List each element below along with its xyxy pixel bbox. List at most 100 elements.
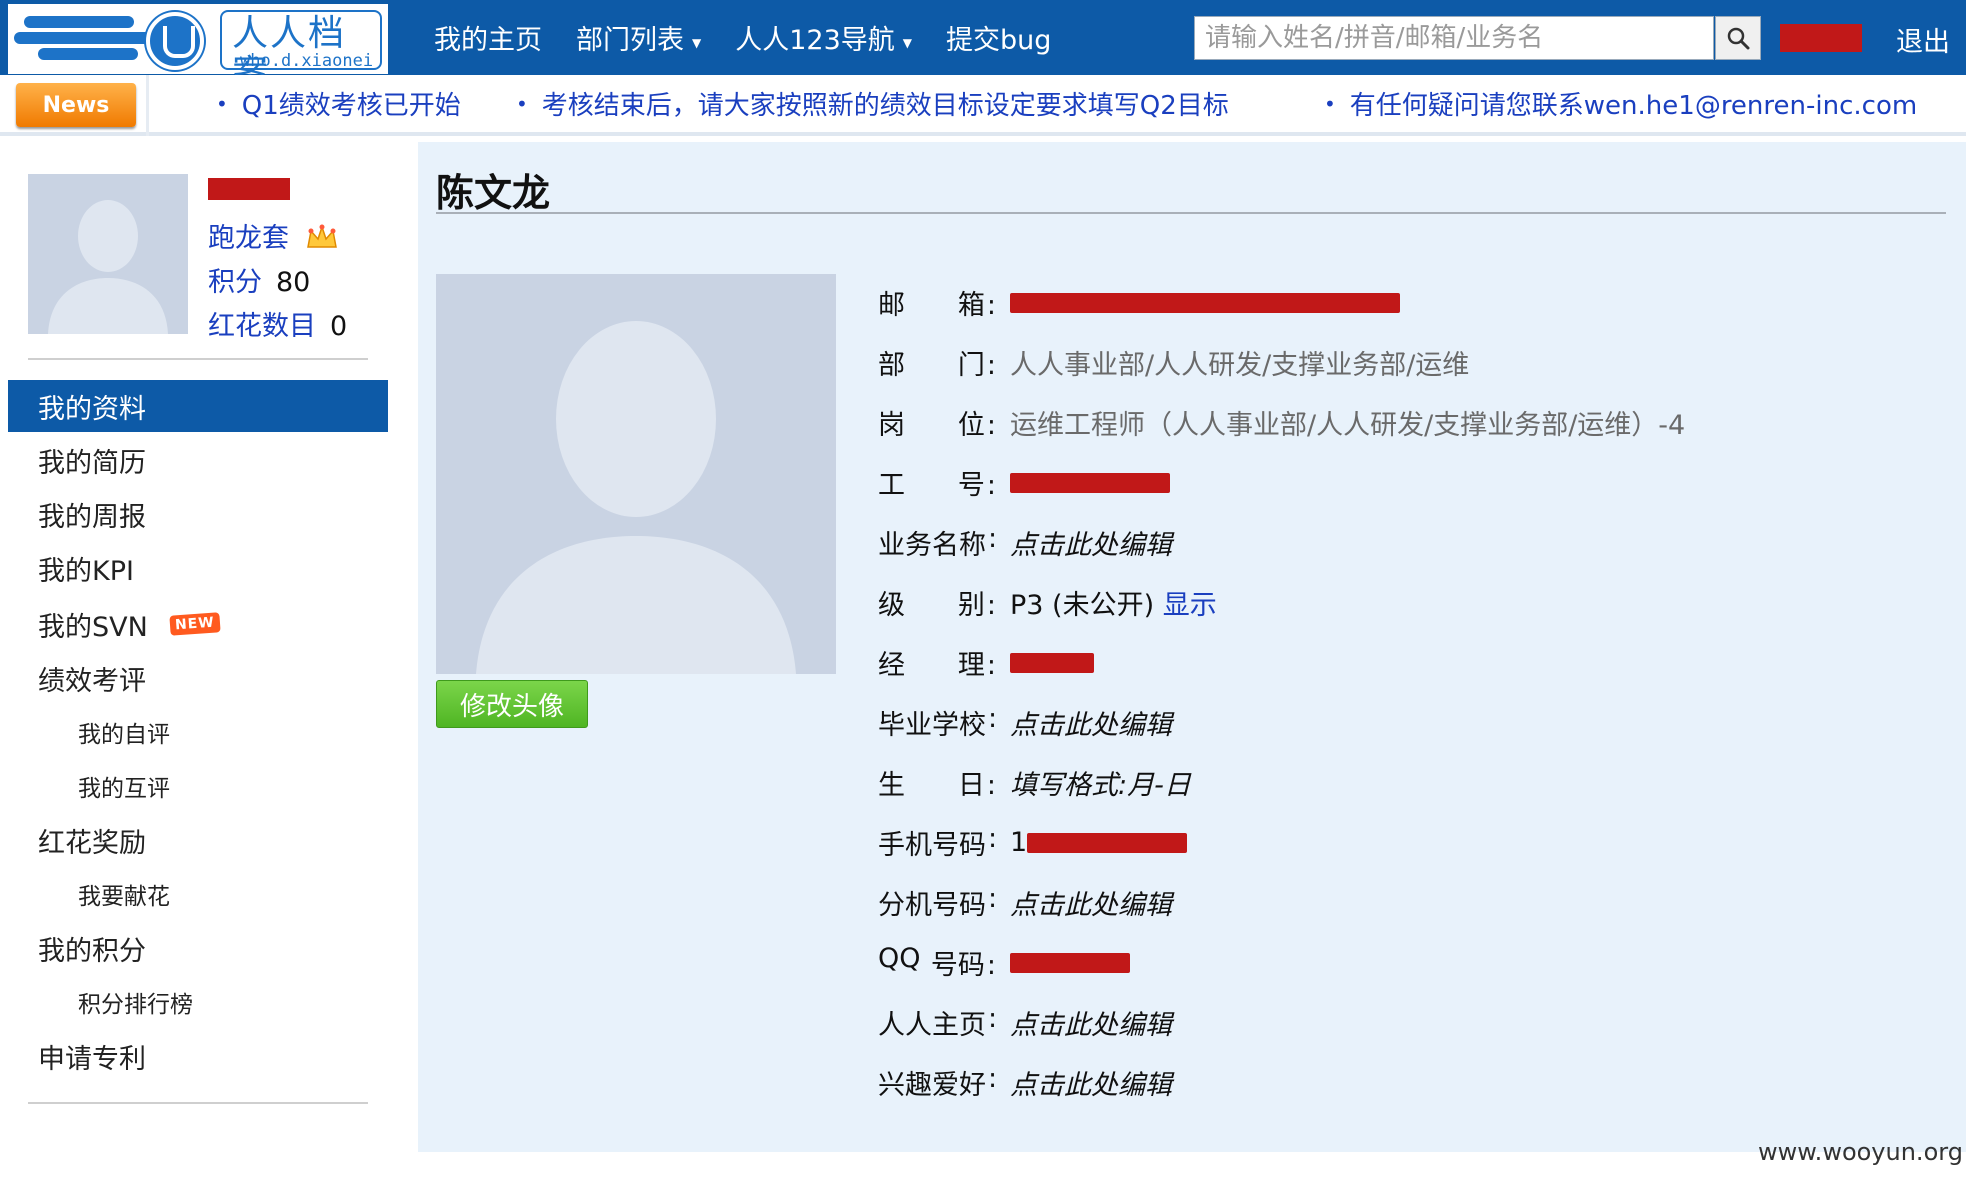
sidebar-item-apply-patent[interactable]: 申请专利	[8, 1030, 388, 1082]
sidebar-item-label: 我的SVN	[38, 611, 148, 643]
user-nickname-row[interactable]: 跑龙套	[208, 216, 338, 258]
sidebar-item-label: 红花奖励	[38, 827, 146, 859]
sidebar-item-my-svn[interactable]: 我的SVN NEW	[8, 598, 388, 650]
logo-brand: 人人档案 who.d.xiaonei	[220, 10, 382, 94]
logo-mark-icon	[146, 12, 204, 70]
sidebar-item-my-points[interactable]: 我的积分	[8, 922, 388, 974]
nav-renren123[interactable]: 人人123导航 ▼	[735, 18, 912, 57]
level-value: P3 (未公开) 显示	[1010, 583, 1217, 622]
edit-avatar-button[interactable]: 修改头像	[436, 680, 588, 728]
sidebar-item-peer-review[interactable]: 我的互评	[8, 760, 388, 812]
user-nickname: 跑龙套	[208, 223, 289, 254]
search-icon	[1727, 27, 1750, 50]
sidebar-item-label: 我的互评	[78, 776, 170, 802]
field-position: 岗位: 运维工程师（人人事业部/人人研发/支撑业务部/运维）-4	[878, 400, 1685, 444]
chevron-down-icon: ▼	[902, 35, 913, 50]
avatar[interactable]	[28, 174, 188, 334]
sidebar-item-label: 积分排行榜	[78, 992, 193, 1018]
field-email: 邮箱:	[878, 280, 1400, 324]
search-button[interactable]	[1715, 16, 1761, 60]
user-name-redacted[interactable]	[208, 178, 290, 200]
field-label: 部门:	[878, 349, 996, 381]
sidebar-item-my-profile[interactable]: 我的资料	[8, 380, 388, 432]
email-value-redacted	[1010, 287, 1400, 318]
business-name-editable[interactable]: 点击此处编辑	[1010, 523, 1172, 562]
sidebar-item-label: 我的积分	[38, 935, 146, 967]
sidebar-item-label: 我要献花	[78, 884, 170, 910]
sidebar-item-my-resume[interactable]: 我的简历	[8, 434, 388, 486]
sidebar: 跑龙套 积分 80 红花数目 0 我的资料 我的简历 我的周报 我的KPI 我的SV…	[8, 142, 388, 1152]
default-avatar-icon	[28, 174, 188, 334]
field-label: 级别:	[878, 589, 996, 621]
sidebar-item-my-kpi[interactable]: 我的KPI	[8, 542, 388, 594]
news-divider	[146, 75, 149, 136]
current-user-redacted[interactable]	[1780, 24, 1862, 52]
logout-link[interactable]: 退出	[1896, 20, 1950, 59]
flowers-row: 红花数目 0	[208, 304, 347, 343]
crown-icon	[306, 223, 338, 258]
field-label: 经理:	[878, 649, 996, 681]
default-avatar-icon	[436, 274, 836, 674]
points-label: 积分	[208, 267, 262, 298]
sidebar-item-self-review[interactable]: 我的自评	[8, 706, 388, 758]
show-level-link[interactable]: 显示	[1163, 590, 1217, 621]
sidebar-item-label: 绩效考评	[38, 665, 146, 697]
sidebar-item-performance-review[interactable]: 绩效考评	[8, 652, 388, 704]
department-value: 人人事业部/人人研发/支撑业务部/运维	[1010, 349, 1470, 381]
site-logo[interactable]: 人人档案 who.d.xiaonei	[8, 4, 388, 94]
field-label: QQ 号码:	[878, 942, 996, 981]
page-title: 陈文龙	[436, 171, 551, 215]
news-item[interactable]: 考核结束后，请大家按照新的绩效目标设定要求填写Q2目标	[516, 85, 1229, 122]
top-nav-bar: 人人档案 who.d.xiaonei 我的主页 部门列表 ▼ 人人123导航 ▼ 提…	[0, 0, 1966, 94]
field-school: 毕业学校: 点击此处编辑	[878, 700, 1172, 744]
profile-avatar	[436, 274, 836, 674]
field-hobbies: 兴趣爱好: 点击此处编辑	[878, 1060, 1172, 1104]
chevron-down-icon: ▼	[692, 35, 702, 50]
sidebar-item-points-ranking[interactable]: 积分排行榜	[8, 976, 388, 1028]
hobbies-editable[interactable]: 点击此处编辑	[1010, 1063, 1172, 1102]
field-qq: QQ 号码:	[878, 940, 1130, 984]
field-renren-homepage: 人人主页: 点击此处编辑	[878, 1000, 1172, 1044]
new-badge: NEW	[169, 612, 221, 636]
sidebar-divider	[28, 358, 368, 360]
field-employee-number: 工号:	[878, 460, 1170, 504]
extension-editable[interactable]: 点击此处编辑	[1010, 883, 1172, 922]
logo-stripes	[14, 10, 164, 66]
nav-submit-bug-label: 提交bug	[946, 25, 1052, 56]
flowers-value: 0	[330, 311, 348, 342]
sidebar-divider	[28, 1102, 368, 1104]
sidebar-item-label: 我的周报	[38, 501, 146, 533]
nav-department-list[interactable]: 部门列表 ▼	[576, 18, 701, 57]
nav-renren123-label: 人人123导航	[735, 25, 895, 56]
news-item[interactable]: Q1绩效考核已开始	[216, 85, 461, 122]
nav-submit-bug[interactable]: 提交bug	[946, 18, 1051, 57]
nav-department-list-label: 部门列表	[576, 25, 684, 56]
position-value: 运维工程师（人人事业部/人人研发/支撑业务部/运维）-4	[1010, 409, 1686, 441]
level-text: P3 (未公开)	[1010, 589, 1155, 621]
sidebar-item-red-flower-rewards[interactable]: 红花奖励	[8, 814, 388, 866]
field-label: 工号:	[878, 469, 996, 501]
employee-number-redacted	[1010, 467, 1170, 498]
school-editable[interactable]: 点击此处编辑	[1010, 703, 1172, 742]
nav-home[interactable]: 我的主页	[434, 18, 542, 57]
field-label: 分机号码:	[878, 882, 998, 921]
news-item[interactable]: 有任何疑问请您联系wen.he1@renren-inc.com	[1324, 85, 1917, 122]
nav-home-label: 我的主页	[434, 25, 542, 56]
mobile-prefix: 1	[1010, 826, 1028, 858]
search-input[interactable]	[1194, 16, 1714, 60]
footer-strip	[0, 1152, 1966, 1182]
field-label: 毕业学校:	[878, 702, 998, 741]
sidebar-item-give-flower[interactable]: 我要献花	[8, 868, 388, 920]
title-divider	[436, 212, 1946, 214]
sidebar-item-label: 我的KPI	[38, 555, 134, 587]
field-birthday: 生日: 填写格式:月-日	[878, 760, 1191, 804]
manager-link-redacted[interactable]	[1010, 647, 1094, 678]
logo-subtext: who.d.xiaonei	[240, 51, 374, 71]
field-business-name: 业务名称: 点击此处编辑	[878, 520, 1172, 564]
mobile-value-redacted: 1	[1010, 826, 1188, 858]
homepage-editable[interactable]: 点击此处编辑	[1010, 1003, 1172, 1042]
sidebar-item-my-weekly[interactable]: 我的周报	[8, 488, 388, 540]
birthday-editable[interactable]: 填写格式:月-日	[1010, 763, 1191, 802]
sidebar-item-label: 我的简历	[38, 447, 146, 479]
sidebar-item-label: 我的自评	[78, 722, 170, 748]
